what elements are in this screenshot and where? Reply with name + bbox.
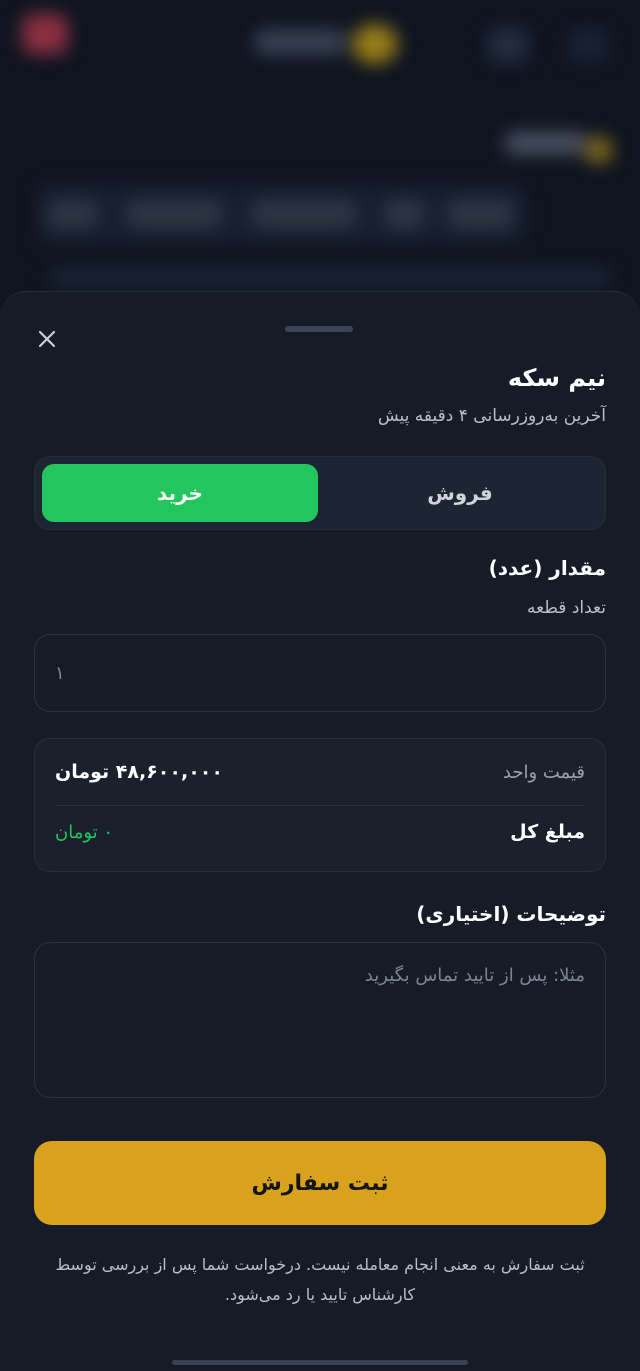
background-section-icon: [585, 136, 613, 164]
background-chip: [448, 200, 514, 228]
price-summary-box: قیمت واحد ۴۸,۶۰۰,۰۰۰ تومان مبلغ کل ۰ توم…: [34, 738, 606, 872]
close-icon: [38, 330, 56, 348]
sheet-title: نیم سکه: [507, 364, 606, 392]
quantity-label: مقدار (عدد): [488, 556, 606, 580]
close-button[interactable]: [30, 322, 64, 356]
notes-label: توضیحات (اختیاری): [416, 902, 606, 926]
background-header-icon: [488, 28, 528, 62]
buy-tab[interactable]: خرید: [42, 464, 318, 522]
sell-tab[interactable]: فروش: [322, 464, 598, 522]
background-chip: [48, 200, 98, 228]
unit-price-label: قیمت واحد: [502, 761, 585, 783]
background-notification-icon: [22, 14, 68, 54]
background-chip: [126, 200, 222, 228]
order-bottom-sheet: نیم سکه آخرین به‌روزرسانی ۴ دقیقه پیش خر…: [0, 291, 640, 1371]
total-price-label: مبلغ کل: [510, 821, 585, 843]
total-price-value: ۰ تومان: [55, 821, 114, 843]
home-indicator: [172, 1360, 468, 1365]
quantity-input[interactable]: [34, 634, 606, 712]
total-price-row: مبلغ کل ۰ تومان: [55, 821, 585, 843]
background-chip: [252, 200, 356, 228]
background-header-icon: [568, 28, 608, 62]
background-chip: [384, 200, 424, 228]
unit-price-value: ۴۸,۶۰۰,۰۰۰ تومان: [55, 761, 223, 783]
background-logo-icon: [352, 24, 398, 64]
notes-textarea[interactable]: [34, 942, 606, 1098]
divider: [55, 805, 585, 806]
background-logo-text: [255, 30, 345, 54]
background-app-blurred: [0, 0, 640, 330]
background-list-row: [50, 268, 610, 288]
last-updated-text: آخرین به‌روزرسانی ۴ دقیقه پیش: [377, 406, 606, 426]
drag-handle[interactable]: [285, 326, 353, 332]
disclaimer-text: ثبت سفارش به معنی انجام معامله نیست. درخ…: [55, 1255, 585, 1304]
submit-order-button[interactable]: ثبت سفارش: [34, 1141, 606, 1225]
quantity-hint: تعداد قطعه: [527, 598, 606, 618]
background-section-title: [505, 132, 585, 154]
buy-sell-toggle: خرید فروش: [34, 456, 606, 530]
unit-price-row: قیمت واحد ۴۸,۶۰۰,۰۰۰ تومان: [55, 761, 585, 783]
